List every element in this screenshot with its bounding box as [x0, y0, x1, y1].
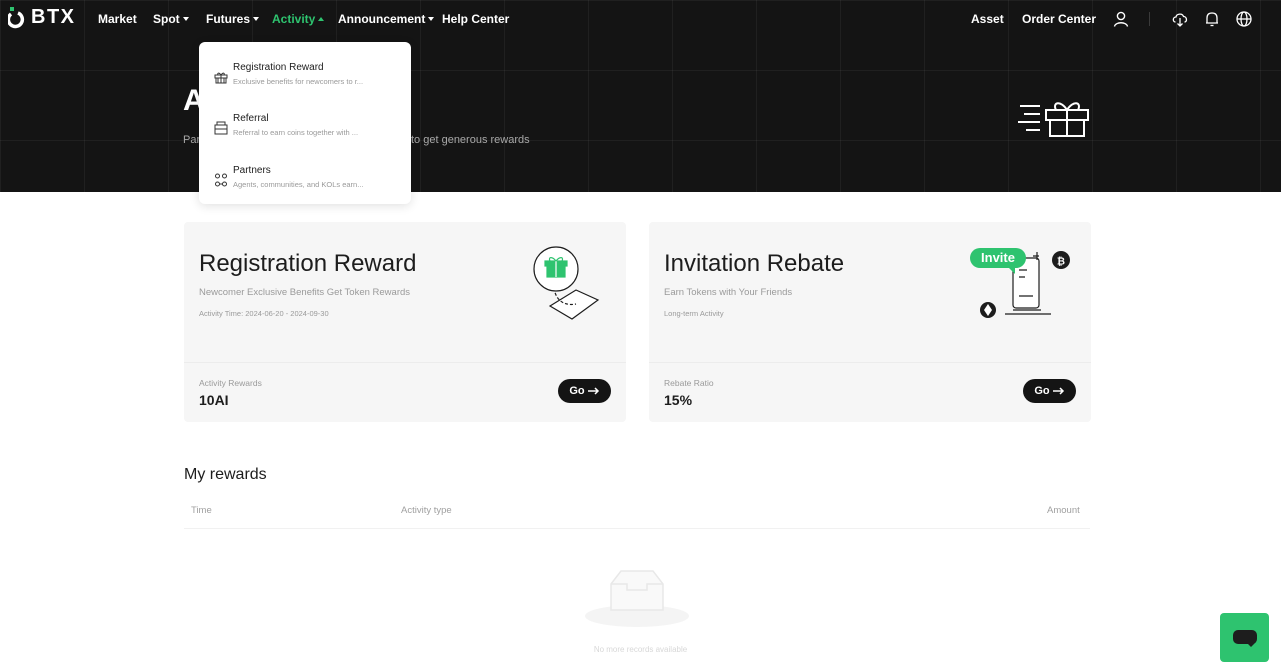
hero-subtitle-left: Par: [183, 134, 201, 146]
dropdown-item-desc: Referral to earn coins together with ...: [233, 128, 359, 137]
chat-bubble-tail: [1246, 642, 1256, 647]
nav-futures[interactable]: Futures: [206, 12, 260, 26]
dropdown-item-referral[interactable]: Referral Referral to earn coins together…: [199, 112, 411, 156]
globe-icon[interactable]: [1235, 10, 1253, 28]
caret-down-icon: [428, 16, 435, 21]
nav-order-center[interactable]: Order Center: [1022, 12, 1096, 26]
card-activity-time: Activity Time: 2024-06-20 - 2024-09-30: [199, 309, 329, 318]
gift-box-icon: [214, 72, 228, 84]
invite-phone-illustration: Invite ₿: [970, 248, 1070, 318]
nav-spot-label: Spot: [153, 12, 180, 26]
nav-market[interactable]: Market: [98, 12, 137, 26]
empty-inbox-icon: [585, 570, 689, 627]
brand-logo-icon: [8, 6, 25, 28]
dropdown-item-desc: Agents, communities, and KOLs earn...: [233, 180, 364, 189]
hero-subtitle-right: to get generous rewards: [411, 134, 530, 146]
dropdown-item-title: Partners: [233, 165, 271, 176]
nav-divider: [1149, 12, 1150, 26]
nav-help-center[interactable]: Help Center: [442, 12, 509, 26]
caret-down-icon: [182, 16, 189, 21]
column-header-amount: Amount: [1047, 505, 1080, 516]
dropdown-item-title: Registration Reward: [233, 62, 324, 73]
card-divider: [649, 362, 1091, 363]
hero-gift-icon: [1018, 102, 1089, 137]
card-subtitle: Newcomer Exclusive Benefits Get Token Re…: [199, 287, 411, 298]
card-title: Invitation Rebate: [664, 250, 845, 277]
arrow-right-icon: [587, 387, 599, 395]
svg-text:₿: ₿: [1057, 256, 1065, 268]
card-reward-label: Activity Rewards: [199, 378, 262, 388]
support-chat-button[interactable]: [1220, 613, 1269, 662]
registration-reward-card: Registration Reward Newcomer Exclusive B…: [184, 222, 626, 422]
go-button-label: Go: [569, 385, 585, 397]
table-header-divider: [184, 528, 1090, 529]
nav-announcement[interactable]: Announcement: [338, 12, 435, 26]
arrow-right-icon: [1052, 387, 1064, 395]
dropdown-item-registration-reward[interactable]: Registration Reward Exclusive benefits f…: [199, 61, 411, 105]
card-title: Registration Reward: [199, 250, 417, 277]
caret-up-icon: [318, 16, 325, 21]
caret-down-icon: [253, 16, 260, 21]
nav-market-label: Market: [98, 12, 137, 26]
invitation-rebate-card: Invitation Rebate Earn Tokens with Your …: [649, 222, 1091, 422]
card-rebate-value: 15%: [664, 392, 693, 408]
nav-announcement-label: Announcement: [338, 12, 426, 26]
nav-activity[interactable]: Activity: [272, 12, 325, 26]
card-activity-time: Long-term Activity: [664, 309, 724, 318]
card-subtitle: Earn Tokens with Your Friends: [664, 287, 793, 298]
brand-logo[interactable]: BTX: [8, 6, 76, 29]
dropdown-item-desc: Exclusive benefits for newcomers to r...: [233, 77, 364, 86]
card-rebate-label: Rebate Ratio: [664, 378, 714, 388]
my-rewards-title: My rewards: [184, 466, 267, 483]
envelope-icon: [214, 121, 228, 135]
card-divider: [184, 362, 626, 363]
go-button[interactable]: Go: [558, 379, 611, 403]
column-header-activity-type: Activity type: [401, 505, 452, 516]
column-header-time: Time: [191, 505, 212, 516]
activity-dropdown-menu: Registration Reward Exclusive benefits f…: [199, 42, 411, 204]
bell-icon[interactable]: [1203, 10, 1221, 28]
gift-coupon-illustration: [533, 246, 600, 320]
nav-help-center-label: Help Center: [442, 12, 510, 26]
go-button-label: Go: [1034, 385, 1050, 397]
nav-asset[interactable]: Asset: [971, 12, 1004, 26]
invite-badge: Invite: [981, 250, 1015, 265]
nav-asset-label: Asset: [971, 12, 1004, 26]
download-icon[interactable]: [1171, 10, 1189, 28]
hero-banner: BTX Market Spot Futures Activity Announc…: [0, 0, 1281, 192]
nav-spot[interactable]: Spot: [153, 12, 189, 26]
empty-state-text: No more records available: [593, 645, 688, 654]
top-nav: BTX Market Spot Futures Activity Announc…: [0, 0, 1281, 38]
go-button[interactable]: Go: [1023, 379, 1076, 403]
user-icon[interactable]: [1112, 10, 1130, 28]
dropdown-item-partners[interactable]: Partners Agents, communities, and KOLs e…: [199, 164, 411, 208]
nav-futures-label: Futures: [206, 12, 251, 26]
nav-activity-label: Activity: [272, 12, 316, 26]
brand-name: BTX: [31, 6, 76, 28]
card-reward-value: 10AI: [199, 392, 229, 408]
nav-order-center-label: Order Center: [1022, 12, 1097, 26]
dropdown-item-title: Referral: [233, 113, 269, 124]
partners-icon: [215, 173, 227, 187]
